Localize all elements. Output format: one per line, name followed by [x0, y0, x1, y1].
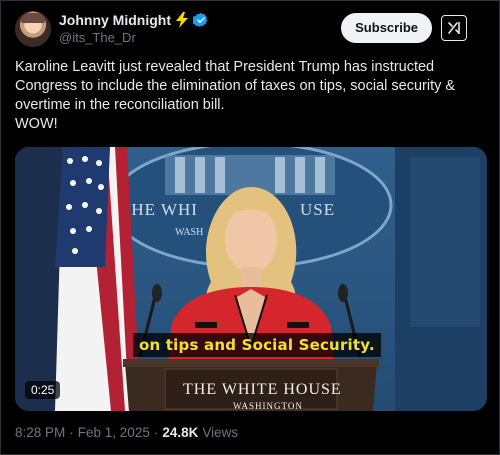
- video-duration-badge: 0:25: [25, 381, 61, 399]
- grok-glyph: [448, 22, 460, 34]
- author-display-name[interactable]: Johnny Midnight: [59, 12, 171, 28]
- tweet-card: Johnny Midnight @its_The_Dr Subscribe Ka…: [0, 0, 500, 455]
- tweet-time[interactable]: 8:28 PM: [15, 425, 65, 440]
- video-frame-scene: THE WHI USE WASH: [15, 147, 487, 411]
- avatar[interactable]: [15, 11, 51, 47]
- tweet-text-exclaim: WOW!: [15, 116, 58, 132]
- meta-separator: ·: [69, 425, 74, 440]
- meta-separator: ·: [153, 425, 159, 440]
- views-count[interactable]: 24.8K: [162, 425, 198, 440]
- tweet-date[interactable]: Feb 1, 2025: [78, 425, 150, 440]
- tweet-text-line: Karoline Leavitt just revealed that Pres…: [15, 59, 456, 113]
- views-label: Views: [202, 425, 239, 440]
- verified-badge-icon: [192, 13, 208, 27]
- tweet-header: Johnny Midnight @its_The_Dr Subscribe: [15, 9, 487, 49]
- svg-text:WASH: WASH: [175, 227, 203, 238]
- svg-text:USE: USE: [300, 200, 335, 219]
- tweet-meta: 8:28 PM · Feb 1, 2025 · 24.8K Views: [15, 425, 238, 440]
- backdrop-text: THE WHI: [120, 200, 198, 219]
- author-name-row: Johnny Midnight: [59, 12, 209, 28]
- video-player[interactable]: THE WHI USE WASH on tips and Social Secu…: [15, 147, 487, 411]
- subscribe-button[interactable]: Subscribe: [341, 13, 432, 43]
- lightning-bolt-icon: [175, 12, 188, 28]
- podium-sign-subtitle: WASHINGTON: [233, 401, 303, 411]
- author-handle[interactable]: @its_The_Dr: [59, 30, 136, 45]
- grok-icon[interactable]: [441, 15, 467, 41]
- tweet-text: Karoline Leavitt just revealed that Pres…: [15, 58, 485, 134]
- video-caption: on tips and Social Security.: [133, 333, 381, 357]
- podium-sign-title: THE WHITE HOUSE: [183, 381, 342, 398]
